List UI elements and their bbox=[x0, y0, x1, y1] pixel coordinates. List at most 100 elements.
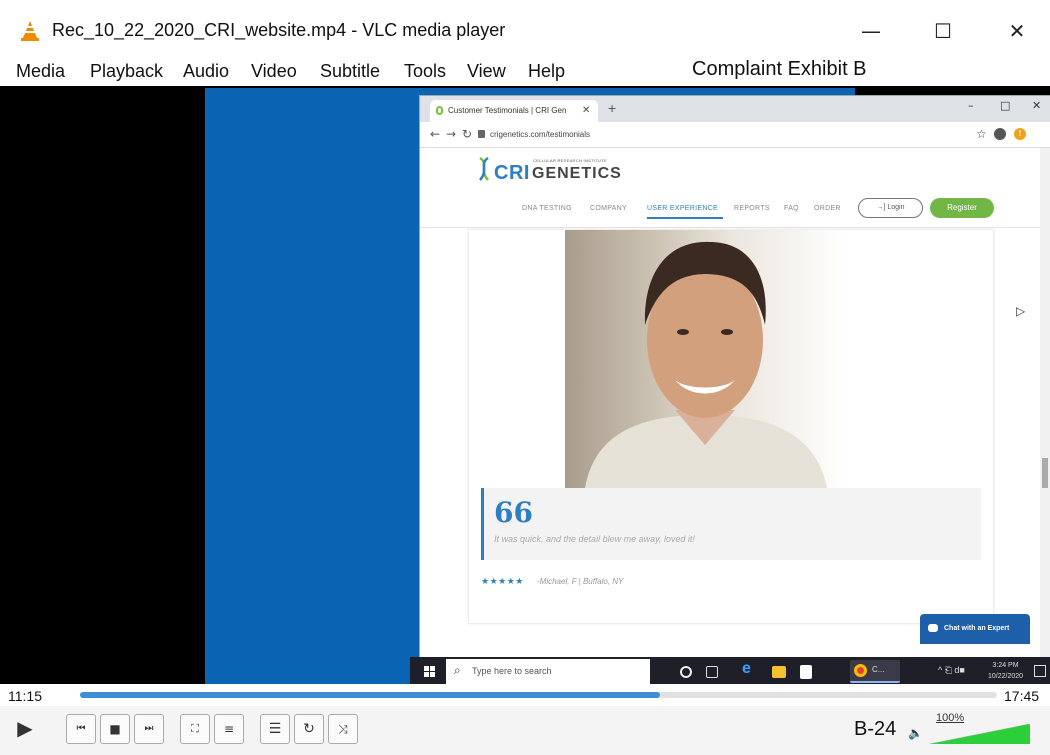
search-icon: ⌕ bbox=[454, 663, 461, 677]
exhibit-number: B-24 bbox=[854, 718, 897, 740]
volume-fill bbox=[930, 724, 1030, 744]
bookmark-star-icon[interactable]: ☆ bbox=[976, 127, 987, 141]
task-view-icon[interactable] bbox=[706, 666, 718, 678]
chat-with-expert-button[interactable]: Chat with an Expert bbox=[920, 614, 1030, 644]
menu-subtitle[interactable]: Subtitle bbox=[320, 61, 380, 82]
total-time: 17:45 bbox=[1004, 688, 1040, 704]
scrollbar-thumb[interactable] bbox=[1042, 458, 1048, 488]
window-title: Rec_10_22_2020_CRI_website.mp4 - VLC med… bbox=[52, 20, 506, 40]
menu-tools[interactable]: Tools bbox=[404, 61, 446, 82]
previous-button[interactable]: ⏮ bbox=[66, 714, 96, 744]
file-explorer-icon[interactable] bbox=[772, 666, 786, 678]
taskbar-clock[interactable]: 3:24 PM 10/22/2020 bbox=[988, 660, 1023, 682]
back-icon[interactable]: ← bbox=[430, 127, 440, 141]
seek-slider[interactable] bbox=[80, 692, 997, 698]
taskbar-search-placeholder: Type here to search bbox=[472, 666, 552, 676]
browser-tab-bar: Customer Testimonials | CRI Gen ✕ + – □ … bbox=[420, 96, 1050, 122]
nav-dna-testing[interactable]: DNA TESTING bbox=[522, 205, 572, 212]
customer-portrait bbox=[585, 241, 827, 488]
menu-audio[interactable]: Audio bbox=[183, 61, 229, 82]
clock-date: 10/22/2020 bbox=[988, 673, 1024, 680]
maximize-button[interactable]: ☐ bbox=[928, 16, 958, 46]
profile-icon[interactable] bbox=[994, 128, 1006, 140]
quote-box: 66 It was quick, and the detail blew me … bbox=[481, 488, 981, 560]
chrome-taskbar-label: C... bbox=[872, 665, 885, 674]
browser-close-icon[interactable]: ✕ bbox=[1032, 99, 1041, 112]
chat-label: Chat with an Expert bbox=[944, 625, 1010, 632]
nav-reports[interactable]: REPORTS bbox=[734, 205, 770, 212]
browser-tab[interactable]: Customer Testimonials | CRI Gen ✕ bbox=[430, 100, 598, 122]
quote-mark-icon: 66 bbox=[494, 496, 533, 529]
notification-icon[interactable] bbox=[1034, 665, 1046, 677]
browser-window: Customer Testimonials | CRI Gen ✕ + – □ … bbox=[419, 95, 1050, 660]
speaker-icon[interactable]: 🔈 bbox=[908, 726, 923, 740]
minimize-button[interactable]: — bbox=[856, 16, 886, 46]
register-button[interactable]: Register bbox=[930, 198, 994, 218]
extended-settings-button[interactable]: ≡ bbox=[214, 714, 244, 744]
logo-tagline: CELLULAR RESEARCH INSTITUTE bbox=[533, 158, 607, 163]
forward-icon[interactable]: → bbox=[446, 127, 456, 141]
browser-minimize-icon[interactable]: – bbox=[968, 99, 974, 112]
login-button[interactable]: →] Login bbox=[858, 198, 923, 218]
active-nav-underline bbox=[647, 217, 723, 219]
recorded-desktop: Customer Testimonials | CRI Gen ✕ + – □ … bbox=[205, 88, 1050, 686]
page-scrollbar[interactable] bbox=[1040, 148, 1050, 660]
nav-user-experience[interactable]: USER EXPERIENCE bbox=[647, 205, 718, 212]
video-area[interactable]: Customer Testimonials | CRI Gen ✕ + – □ … bbox=[0, 86, 1050, 686]
stop-button[interactable]: ■ bbox=[100, 714, 130, 744]
clock-time: 3:24 PM bbox=[992, 662, 1019, 669]
system-tray-icons[interactable]: ^ ⎗ d■ bbox=[938, 665, 965, 676]
lock-icon bbox=[478, 130, 485, 138]
menu-playback[interactable]: Playback bbox=[90, 61, 163, 82]
chat-bubble-icon bbox=[928, 624, 938, 632]
favicon-icon bbox=[436, 106, 443, 115]
store-icon[interactable] bbox=[800, 665, 812, 679]
nav-order[interactable]: ORDER bbox=[814, 205, 841, 212]
shuffle-button[interactable]: ⤨ bbox=[328, 714, 358, 744]
dna-helix-icon bbox=[479, 156, 489, 181]
title-bar: Rec_10_22_2020_CRI_website.mp4 - VLC med… bbox=[0, 0, 1050, 56]
menu-video[interactable]: Video bbox=[251, 61, 297, 82]
volume-percent: 100% bbox=[936, 712, 965, 724]
mouse-cursor-icon: ▷ bbox=[1016, 304, 1026, 318]
chrome-taskbar-button[interactable]: C... bbox=[850, 660, 900, 683]
play-button[interactable]: ▶ bbox=[10, 714, 40, 744]
tab-close-icon[interactable]: ✕ bbox=[582, 105, 590, 116]
edge-icon[interactable]: e bbox=[742, 660, 760, 680]
url-field[interactable]: crigenetics.com/testimonials bbox=[490, 130, 590, 139]
nav-faq[interactable]: FAQ bbox=[784, 205, 799, 212]
vlc-cone-icon bbox=[21, 21, 39, 41]
quote-text: It was quick, and the detail blew me awa… bbox=[494, 534, 695, 544]
elapsed-time: 11:15 bbox=[8, 688, 42, 704]
seek-bar-row: 11:15 17:45 bbox=[0, 684, 1050, 706]
next-button[interactable]: ⏭ bbox=[134, 714, 164, 744]
testimonial-attribution: -Michael, F | Buffalo, NY bbox=[537, 577, 624, 586]
update-alert-icon[interactable]: ! bbox=[1014, 128, 1026, 140]
playlist-button[interactable]: ☰ bbox=[260, 714, 290, 744]
close-button[interactable]: ✕ bbox=[1002, 16, 1032, 46]
seek-progress-fill bbox=[80, 692, 661, 698]
menu-view[interactable]: View bbox=[467, 61, 506, 82]
menu-help[interactable]: Help bbox=[528, 61, 565, 82]
windows-start-icon[interactable] bbox=[424, 666, 435, 677]
volume-slider[interactable] bbox=[930, 724, 1030, 744]
reload-icon[interactable]: ↻ bbox=[462, 127, 472, 141]
fullscreen-button[interactable]: ⛶ bbox=[180, 714, 210, 744]
cortana-icon[interactable] bbox=[680, 666, 692, 678]
address-bar: ← → ↻ crigenetics.com/testimonials ☆ ! bbox=[420, 122, 1050, 148]
browser-maximize-icon[interactable]: □ bbox=[1000, 99, 1010, 112]
testimonial-card: 66 It was quick, and the detail blew me … bbox=[468, 229, 994, 624]
menu-media[interactable]: Media bbox=[16, 61, 65, 82]
logo-genetics: GENETICS bbox=[532, 165, 622, 182]
tab-title: Customer Testimonials | CRI Gen bbox=[448, 106, 567, 115]
exhibit-caption: Complaint Exhibit B bbox=[692, 58, 867, 80]
nav-company[interactable]: COMPANY bbox=[590, 205, 627, 212]
logo-cri: CRI bbox=[494, 162, 530, 184]
taskbar-search-box[interactable]: ⌕ Type here to search bbox=[446, 659, 650, 684]
new-tab-icon[interactable]: + bbox=[608, 100, 616, 116]
loop-button[interactable]: ↻ bbox=[294, 714, 324, 744]
windows-taskbar: ⌕ Type here to search e C... ^ ⎗ d■ 3:24… bbox=[410, 657, 1050, 686]
rating-stars: ★★★★★ bbox=[481, 576, 524, 586]
playback-controls: ▶ ⏮ ■ ⏭ ⛶ ≡ ☰ ↻ ⤨ B-24 🔈 100% bbox=[0, 706, 1050, 755]
testimonial-photo bbox=[565, 230, 845, 488]
